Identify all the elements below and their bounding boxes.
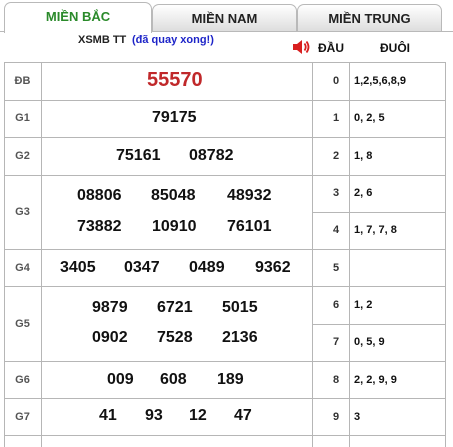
prize-number: 12 <box>189 407 207 424</box>
loto-row-divider <box>312 435 446 436</box>
prize-number: 9879 <box>92 299 128 316</box>
prize-row-divider <box>4 435 312 436</box>
prize-number: 3405 <box>60 259 96 276</box>
loto-row-divider <box>312 324 446 325</box>
prize-label-db: ĐB <box>14 75 31 87</box>
prize-number: 41 <box>99 407 117 424</box>
prize-number: 93 <box>145 407 163 424</box>
loto-dau: 3 <box>332 187 340 199</box>
prize-number: 009 <box>107 371 134 388</box>
loto-row-divider <box>312 137 446 138</box>
results-table <box>4 62 452 447</box>
prize-number: 76101 <box>227 218 272 235</box>
dau-column-divider <box>349 62 350 447</box>
prize-number: 10910 <box>152 218 197 235</box>
prize-number: 2136 <box>222 329 258 346</box>
loto-duoi: 0, 2, 5 <box>354 112 385 124</box>
tab-mien-trung[interactable]: MIỀN TRUNG <box>297 4 442 32</box>
loto-duoi: 3 <box>354 411 361 423</box>
prize-row-divider <box>4 100 312 101</box>
prize-number: 7528 <box>157 329 193 346</box>
prize-label-g7: G7 <box>15 411 30 423</box>
prize-number: 608 <box>160 371 187 388</box>
loto-dau: 2 <box>332 150 340 162</box>
loto-dau: 0 <box>332 75 340 87</box>
loto-duoi: 0, 5, 9 <box>354 336 385 348</box>
prize-number: 189 <box>217 371 244 388</box>
dau-column-header: ĐẦU <box>318 41 344 55</box>
draw-status: (đã quay xong!) <box>132 34 214 46</box>
prize-number: 79175 <box>152 109 197 126</box>
prize-number: 9362 <box>255 259 291 276</box>
prize-row-divider <box>4 175 312 176</box>
prize-label-g4: G4 <box>15 262 30 274</box>
loto-dau: 9 <box>332 411 340 423</box>
prize-label-g1: G1 <box>15 112 30 124</box>
tab-mien-nam[interactable]: MIỀN NAM <box>152 4 297 32</box>
loto-dau: 8 <box>332 374 340 386</box>
prize-row-divider <box>4 137 312 138</box>
loto-duoi: 1, 8 <box>354 150 373 162</box>
prize-row-divider <box>4 286 312 287</box>
loto-dau: 7 <box>332 336 340 348</box>
lottery-title: XSMB TT <box>78 34 127 46</box>
prize-label-g2: G2 <box>15 150 30 162</box>
prize-row-divider <box>4 361 312 362</box>
loto-duoi: 1,2,5,6,8,9 <box>354 75 406 87</box>
loto-duoi: 2, 2, 9, 9 <box>354 374 397 386</box>
table-border-right <box>445 62 446 447</box>
loto-dau: 4 <box>332 224 340 236</box>
prize-label-g5: G5 <box>15 318 30 330</box>
loto-row-divider <box>312 100 446 101</box>
region-tabs: MIỀN BẮC MIỀN NAM MIỀN TRUNG <box>0 0 453 33</box>
prize-number: 48932 <box>227 187 272 204</box>
loto-column-divider <box>312 62 313 447</box>
prize-number: 75161 <box>116 147 161 164</box>
label-column-divider <box>41 62 42 447</box>
prize-number: 47 <box>234 407 252 424</box>
loto-row-divider <box>312 175 446 176</box>
loto-row-divider <box>312 286 446 287</box>
loto-row-divider <box>312 249 446 250</box>
results-header: XSMB TT (đã quay xong!) ĐẦU ĐUÔI <box>0 32 453 62</box>
prize-row-divider <box>4 249 312 250</box>
loto-duoi: 1, 2 <box>354 299 373 311</box>
speaker-icon[interactable] <box>292 38 312 56</box>
loto-dau: 5 <box>332 262 340 274</box>
loto-row-divider <box>312 361 446 362</box>
prize-number: 0489 <box>189 259 225 276</box>
prize-number: 73882 <box>77 218 122 235</box>
loto-row-divider <box>312 212 446 213</box>
prize-number: 85048 <box>151 187 196 204</box>
loto-dau: 1 <box>332 112 340 124</box>
prize-label-g6: G6 <box>15 374 30 386</box>
special-prize-number: 55570 <box>147 69 203 91</box>
prize-label-g3: G3 <box>15 206 30 218</box>
prize-number: 5015 <box>222 299 258 316</box>
prize-number: 0902 <box>92 329 128 346</box>
prize-row-divider <box>4 398 312 399</box>
loto-dau: 6 <box>332 299 340 311</box>
loto-duoi: 1, 7, 7, 8 <box>354 224 397 236</box>
table-border-top <box>4 62 446 63</box>
duoi-column-header: ĐUÔI <box>380 41 410 55</box>
prize-number: 08782 <box>189 147 234 164</box>
loto-duoi: 2, 6 <box>354 187 373 199</box>
loto-row-divider <box>312 398 446 399</box>
prize-number: 08806 <box>77 187 122 204</box>
prize-number: 0347 <box>124 259 160 276</box>
tab-mien-bac[interactable]: MIỀN BẮC <box>4 2 152 33</box>
prize-number: 6721 <box>157 299 193 316</box>
